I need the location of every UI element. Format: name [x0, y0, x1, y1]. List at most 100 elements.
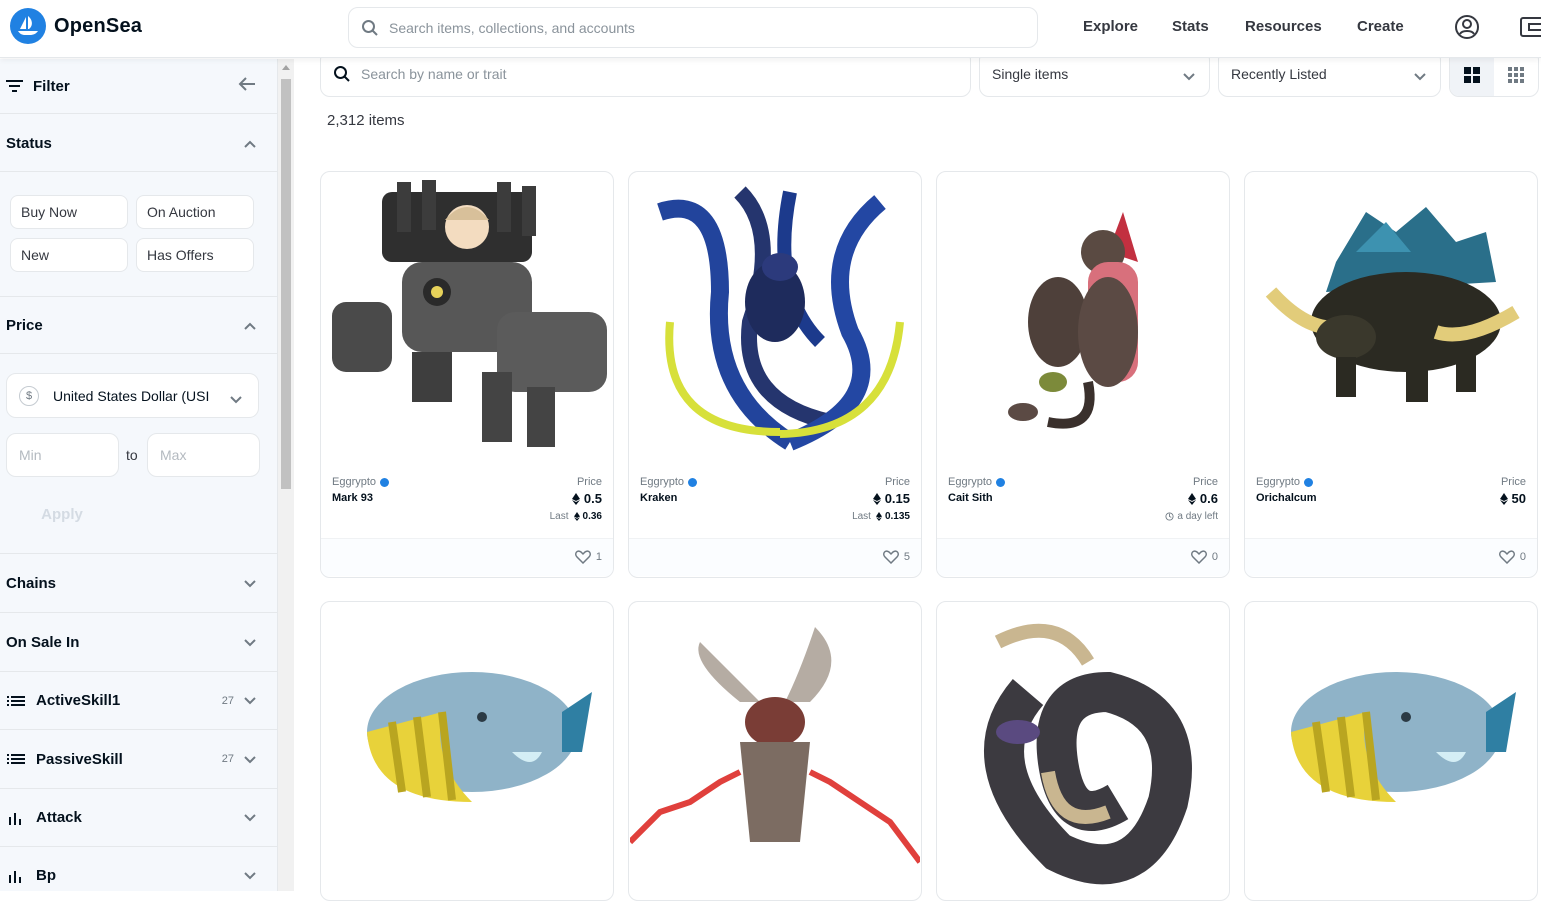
on-sale-in-section[interactable]: On Sale In	[0, 613, 277, 672]
eth-icon	[573, 512, 580, 521]
section-label: Chains	[6, 574, 57, 592]
nft-image-horned-demon[interactable]	[629, 602, 921, 892]
favorite-button[interactable]: 5	[882, 550, 910, 564]
nft-card[interactable]: Eggrypto Orichalcum Price 50 0	[1244, 171, 1538, 578]
price-title: Price	[6, 316, 43, 334]
verified-icon	[1304, 477, 1314, 487]
nft-card[interactable]	[320, 601, 614, 901]
favorite-button[interactable]: 0	[1190, 550, 1218, 564]
collection-name[interactable]: Eggrypto	[1256, 476, 1314, 488]
nft-name[interactable]: Kraken	[640, 492, 677, 504]
chevron-down-icon	[230, 391, 242, 407]
nft-image-orichalcum[interactable]	[1245, 172, 1537, 462]
price-max-input[interactable]	[147, 433, 260, 477]
nft-image-whale[interactable]	[321, 602, 613, 892]
nft-name[interactable]: Mark 93	[332, 492, 373, 504]
nft-card[interactable]: Eggrypto Mark 93 Price 0.5 Last 0.36 1	[320, 171, 614, 578]
price-value: 0.6	[1187, 491, 1218, 506]
verified-icon	[688, 477, 698, 487]
nft-image-cait-sith[interactable]	[937, 172, 1229, 462]
status-title: Status	[6, 134, 52, 152]
price-value: 0.5	[571, 491, 602, 506]
opensea-logo[interactable]: OpenSea	[10, 8, 142, 44]
bp-section[interactable]: Bp	[0, 847, 277, 891]
nft-image-kraken[interactable]	[629, 172, 921, 462]
status-has-offers[interactable]: Has Offers	[136, 238, 254, 272]
nft-card[interactable]	[1244, 601, 1538, 901]
scroll-thumb[interactable]	[281, 79, 291, 489]
attack-section[interactable]: Attack	[0, 789, 277, 847]
chevron-down-icon	[244, 751, 256, 768]
heart-icon	[882, 550, 899, 564]
list-icon	[6, 753, 26, 765]
price-label: Price	[576, 476, 602, 488]
verified-icon	[380, 477, 390, 487]
chevron-down-icon	[1414, 68, 1426, 84]
trait-count: 27	[221, 694, 234, 707]
nft-name[interactable]: Cait Sith	[948, 492, 993, 504]
last-label: Last	[549, 511, 569, 522]
nft-card[interactable]	[936, 601, 1230, 901]
sidebar-scrollbar[interactable]	[278, 59, 294, 891]
time-left-text: a day left	[1177, 511, 1218, 522]
eth-icon	[1499, 492, 1508, 505]
chevron-down-icon	[244, 634, 256, 651]
nft-image-mark-93[interactable]	[321, 172, 613, 462]
collection-name[interactable]: Eggrypto	[948, 476, 1006, 488]
activeskill1-section[interactable]: ActiveSkill1 27	[0, 672, 277, 730]
wallet-icon[interactable]	[1519, 14, 1541, 45]
chevron-down-icon	[244, 867, 256, 884]
collection-name[interactable]: Eggrypto	[640, 476, 698, 488]
collection-name[interactable]: Eggrypto	[332, 476, 390, 488]
nft-card[interactable]: Eggrypto Kraken Price 0.15 Last 0.135 5	[628, 171, 922, 578]
nav-resources[interactable]: Resources	[1245, 18, 1322, 35]
nft-image-serpent[interactable]	[937, 602, 1229, 892]
status-buy-now[interactable]: Buy Now	[10, 195, 128, 229]
bar-chart-icon	[6, 811, 26, 825]
price-amount: 0.5	[583, 491, 602, 506]
chains-section[interactable]: Chains	[0, 554, 277, 613]
filter-header[interactable]: Filter	[0, 59, 277, 114]
nft-image-whale[interactable]	[1245, 602, 1537, 892]
price-label: Price	[884, 476, 910, 488]
nft-name[interactable]: Orichalcum	[1256, 492, 1317, 504]
profile-icon[interactable]	[1454, 14, 1480, 45]
apply-button[interactable]: Apply	[6, 495, 118, 533]
arrow-left-icon[interactable]	[238, 76, 256, 96]
sort-value: Recently Listed	[1231, 65, 1327, 82]
nft-card[interactable]	[628, 601, 922, 901]
chevron-down-icon	[244, 809, 256, 826]
card-footer: 1	[321, 538, 613, 576]
nav-explore[interactable]: Explore	[1083, 18, 1138, 35]
status-new[interactable]: New	[10, 238, 128, 272]
chevron-down-icon	[1183, 68, 1195, 84]
collection-label: Eggrypto	[640, 476, 685, 488]
large-grid-icon	[1464, 66, 1480, 83]
price-label: Price	[1500, 476, 1526, 488]
eth-icon	[875, 512, 882, 521]
trait-count: 27	[221, 753, 234, 765]
dollar-icon: $	[19, 385, 39, 406]
nft-card[interactable]: Eggrypto Cait Sith Price 0.6 a day left …	[936, 171, 1230, 578]
scroll-up-arrow[interactable]	[282, 65, 290, 70]
nav-stats[interactable]: Stats	[1172, 18, 1209, 35]
currency-select[interactable]: $ United States Dollar (USI	[6, 373, 259, 418]
card-footer: 0	[937, 538, 1229, 576]
last-label: Last	[852, 511, 871, 522]
price-min-input[interactable]	[6, 433, 119, 477]
status-section-header[interactable]: Status	[0, 115, 277, 172]
chevron-down-icon	[244, 575, 256, 592]
passiveskill-section[interactable]: PassiveSkill 27	[0, 730, 277, 789]
search-icon	[362, 19, 378, 36]
section-label: PassiveSkill	[36, 750, 123, 768]
price-section-header[interactable]: Price	[0, 297, 277, 354]
global-search-input[interactable]	[389, 19, 989, 36]
global-search-bar[interactable]	[348, 7, 1038, 48]
favorite-button[interactable]: 1	[574, 550, 602, 564]
likes-count: 0	[1211, 551, 1218, 563]
price-label: Price	[1192, 476, 1218, 488]
favorite-button[interactable]: 0	[1498, 550, 1526, 564]
status-on-auction[interactable]: On Auction	[136, 195, 254, 229]
nav-create[interactable]: Create	[1357, 18, 1404, 35]
trait-search-input[interactable]	[361, 65, 921, 82]
